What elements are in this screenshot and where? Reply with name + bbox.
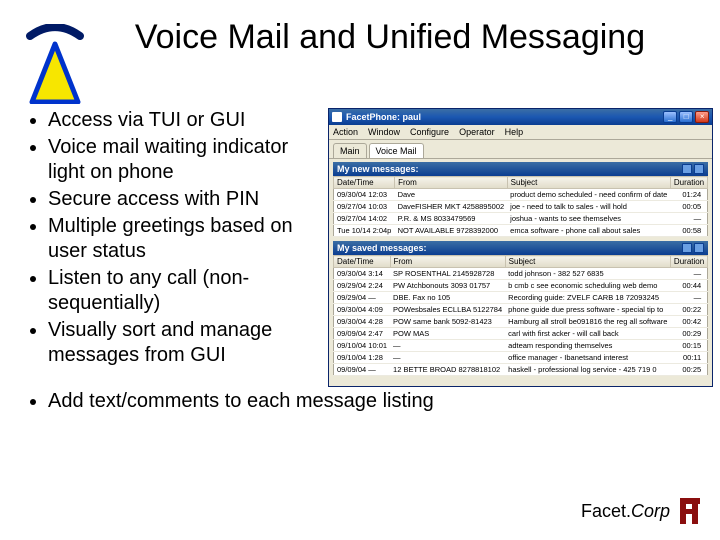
col-datetime[interactable]: Date/Time [334,256,391,268]
table-row[interactable]: 09/10/04 1:28—office manager - Ibanetsan… [334,352,708,364]
menu-item[interactable]: Action [333,127,358,137]
panel-min-icon[interactable] [682,243,692,253]
voicemail-app-window: FacetPhone: paul _ □ × Action Window Con… [328,108,713,387]
slide-title: Voice Mail and Unified Messaging [120,18,700,57]
facet-logo-icon [676,496,706,526]
panel-title: My saved messages: [337,243,427,253]
table-row[interactable]: 09/30/04 4:09POWesbsales ECLLBA 5122784p… [334,304,708,316]
tab-main[interactable]: Main [333,143,367,158]
company-logo-icon [20,24,90,104]
tab-bar: Main Voice Mail [329,140,712,159]
new-messages-table: Date/Time From Subject Duration 09/30/04… [333,176,708,237]
saved-messages-table: Date/Time From Subject Duration 09/30/04… [333,255,708,376]
panel-header-saved: My saved messages: [333,241,708,255]
window-title: FacetPhone: paul [346,112,663,122]
window-titlebar: FacetPhone: paul _ □ × [329,109,712,125]
col-datetime[interactable]: Date/Time [334,177,395,189]
menu-item[interactable]: Operator [459,127,495,137]
bullet-list-continued: Add text/comments to each message listin… [0,389,720,414]
panel-close-icon[interactable] [694,164,704,174]
table-row[interactable]: 09/29/04 2:24PW Atchbonouts 3093 01757b … [334,280,708,292]
panel-header-new: My new messages: [333,162,708,176]
list-item: Voice mail waiting indicator light on ph… [48,135,320,185]
list-item: Access via TUI or GUI [48,108,320,133]
list-item: Listen to any call (non-sequentially) [48,266,320,316]
maximize-button[interactable]: □ [679,111,693,123]
panel-min-icon[interactable] [682,164,692,174]
app-icon [332,112,342,122]
table-header-row: Date/Time From Subject Duration [334,177,708,189]
table-row[interactable]: 09/09/04 —12 BETTE BROAD 8278818102haske… [334,364,708,376]
brand-text: Facet.Corp [581,501,670,522]
menu-item[interactable]: Window [368,127,400,137]
table-row[interactable]: 09/27/04 10:03DaveFISHER MKT 4258895002j… [334,201,708,213]
menu-item[interactable]: Help [505,127,524,137]
list-item: Multiple greetings based on user status [48,214,320,264]
col-duration[interactable]: Duration [670,256,707,268]
minimize-button[interactable]: _ [663,111,677,123]
col-subject[interactable]: Subject [507,177,670,189]
table-row[interactable]: 09/30/04 12:03Daveproduct demo scheduled… [334,189,708,201]
list-item: Add text/comments to each message listin… [48,389,700,414]
panel-close-icon[interactable] [694,243,704,253]
table-header-row: Date/Time From Subject Duration [334,256,708,268]
table-row[interactable]: 09/09/04 2:47POW MAScarl with first acke… [334,328,708,340]
bullet-list: Access via TUI or GUI Voice mail waiting… [20,108,320,370]
panel-title: My new messages: [337,164,419,174]
table-row[interactable]: 09/10/04 10:01—adteam responding themsel… [334,340,708,352]
close-button[interactable]: × [695,111,709,123]
table-row[interactable]: 09/30/04 3:14SP ROSENTHAL 2145928728todd… [334,268,708,280]
col-subject[interactable]: Subject [505,256,670,268]
list-item: Visually sort and manage messages from G… [48,318,320,368]
table-row[interactable]: 09/30/04 4:28POW same bank 5092-81423Ham… [334,316,708,328]
table-row[interactable]: 09/27/04 14:02P.R. & MS 8033479569joshua… [334,213,708,225]
col-from[interactable]: From [395,177,508,189]
table-row[interactable]: Tue 10/14 2:04pNOT AVAILABLE 9728392000e… [334,225,708,237]
list-item: Secure access with PIN [48,187,320,212]
footer-brand: Facet.Corp [581,496,706,526]
col-from[interactable]: From [390,256,505,268]
menu-bar: Action Window Configure Operator Help [329,125,712,140]
menu-item[interactable]: Configure [410,127,449,137]
tab-voicemail[interactable]: Voice Mail [369,143,424,158]
col-duration[interactable]: Duration [670,177,707,189]
table-row[interactable]: 09/29/04 —DBE. Fax no 105Recording guide… [334,292,708,304]
